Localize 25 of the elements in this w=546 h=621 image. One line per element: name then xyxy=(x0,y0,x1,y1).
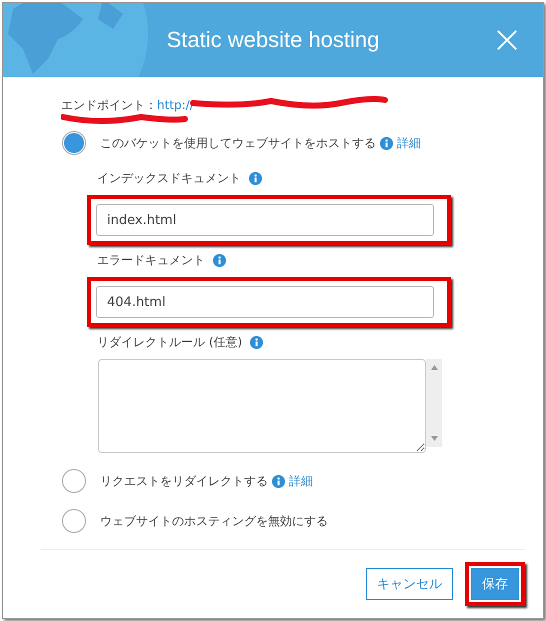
close-button[interactable]: × xyxy=(487,21,527,57)
dialog-title: Static website hosting xyxy=(166,27,380,53)
field-label: エラードキュメント xyxy=(97,252,205,268)
cancel-button[interactable]: キャンセル xyxy=(366,568,453,600)
radio-button[interactable] xyxy=(62,469,86,493)
field-label: リダイレクトルール (任意) xyxy=(97,334,242,350)
radio-button[interactable] xyxy=(62,131,86,155)
info-icon xyxy=(249,172,262,184)
field-label: インデックスドキュメント xyxy=(97,170,241,186)
text-field[interactable]: 404.html xyxy=(96,286,434,318)
endpoint-label: エンドポイント： xyxy=(61,98,157,112)
details-link[interactable]: 詳細 xyxy=(289,472,313,490)
text-area[interactable] xyxy=(98,359,426,453)
text-field[interactable]: index.html xyxy=(96,204,434,236)
scrollbar[interactable] xyxy=(426,359,442,447)
radio-button[interactable] xyxy=(62,509,86,533)
details-link[interactable]: 詳細 xyxy=(397,134,421,152)
info-icon xyxy=(250,336,264,348)
scroll-down-icon[interactable] xyxy=(430,436,438,441)
save-button[interactable]: 保存 xyxy=(471,568,519,600)
info-icon xyxy=(213,254,226,266)
scroll-up-icon[interactable] xyxy=(430,365,438,370)
option-label: このバケットを使用してウェブサイトをホストする xyxy=(100,134,376,152)
option-label: ウェブサイトのホスティングを無効にする xyxy=(100,512,328,530)
option-label: リクエストをリダイレクトする xyxy=(100,472,268,490)
